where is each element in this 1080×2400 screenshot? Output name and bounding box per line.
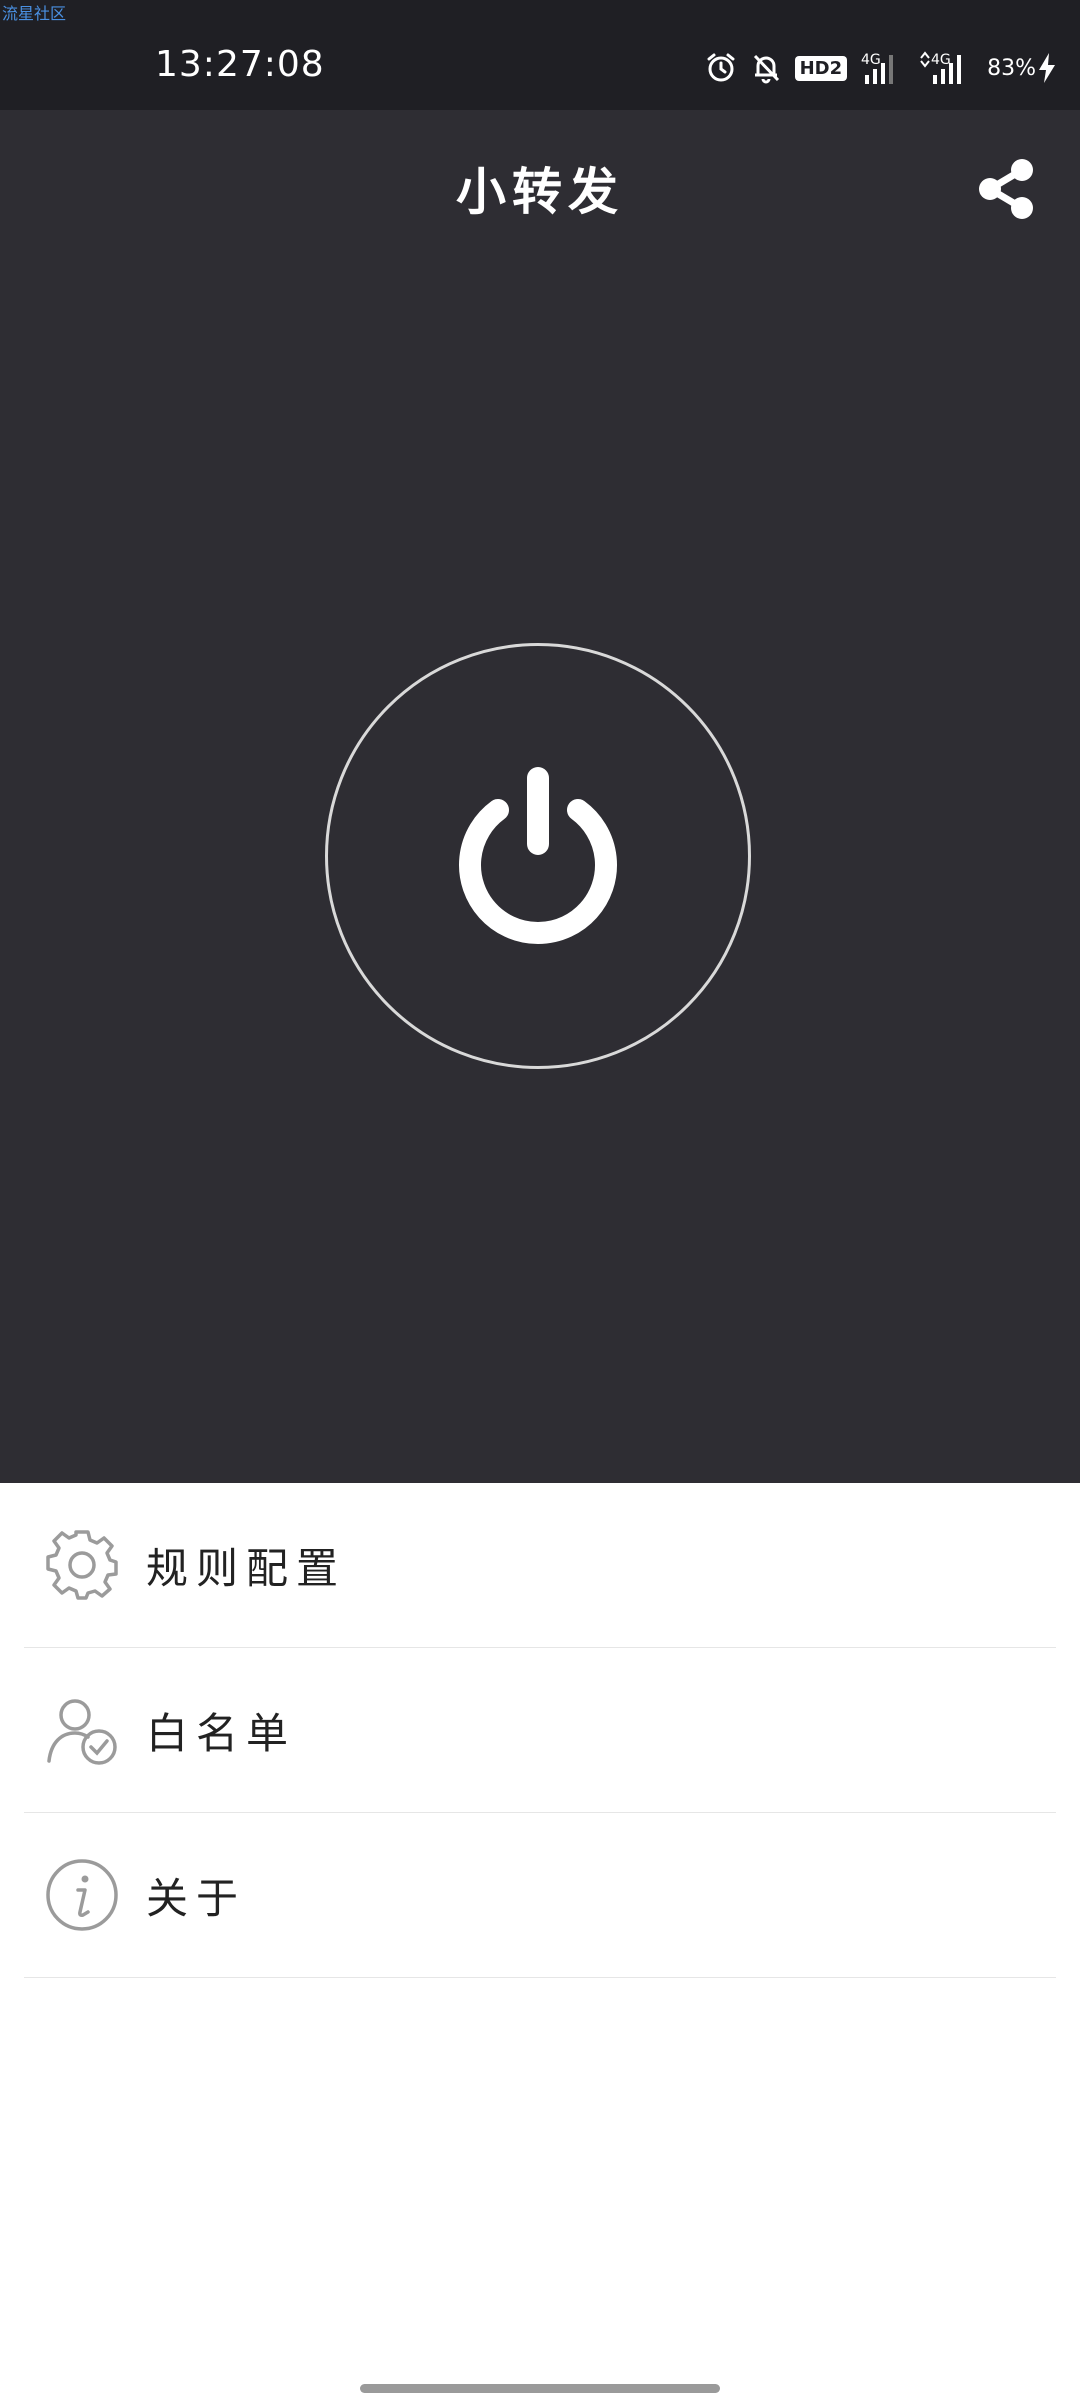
menu-item-label: 关于: [146, 1873, 247, 1923]
battery-percent: 83%: [987, 55, 1036, 81]
power-icon: [459, 767, 617, 944]
power-toggle-button[interactable]: [325, 643, 751, 1069]
charging-icon: [1039, 53, 1055, 83]
user-check-icon: [44, 1692, 120, 1768]
hero-panel: 小转发: [0, 110, 1080, 1483]
status-bar: 流星社区 13:27:08 HD2 4G 4G 83%: [0, 0, 1080, 110]
alarm-icon: [705, 52, 737, 84]
signal-icon-1: 4G: [861, 51, 905, 85]
share-icon: [979, 159, 1033, 219]
hd-badge: HD2: [794, 55, 848, 81]
home-indicator[interactable]: [360, 2384, 720, 2393]
app-screen: 流星社区 13:27:08 HD2 4G 4G 83% 小转发 规则配置 白名单…: [0, 0, 1080, 2400]
watermark-text: 流星社区: [2, 4, 67, 23]
page-title: 小转发: [456, 162, 624, 221]
bell-off-icon: [751, 52, 781, 84]
menu-item-about[interactable]: 关于: [24, 1813, 1056, 1978]
hd-icon: HD2: [794, 55, 848, 81]
network-label-1: 4G: [861, 52, 881, 68]
status-time: 13:27:08: [155, 44, 325, 85]
menu-item-label: 白名单: [146, 1708, 297, 1758]
menu-list: 规则配置 白名单 关于: [0, 1483, 1080, 1978]
signal-icon-2: 4G: [919, 51, 973, 85]
network-label-2: 4G: [931, 52, 951, 68]
gear-icon: [44, 1527, 120, 1603]
menu-item-rules[interactable]: 规则配置: [24, 1483, 1056, 1648]
status-icons: HD2 4G 4G 83%: [705, 50, 1058, 86]
share-button[interactable]: [972, 154, 1042, 224]
battery-indicator: 83%: [987, 52, 1058, 84]
menu-item-whitelist[interactable]: 白名单: [24, 1648, 1056, 1813]
menu-item-label: 规则配置: [146, 1543, 347, 1593]
info-icon: [44, 1857, 120, 1933]
